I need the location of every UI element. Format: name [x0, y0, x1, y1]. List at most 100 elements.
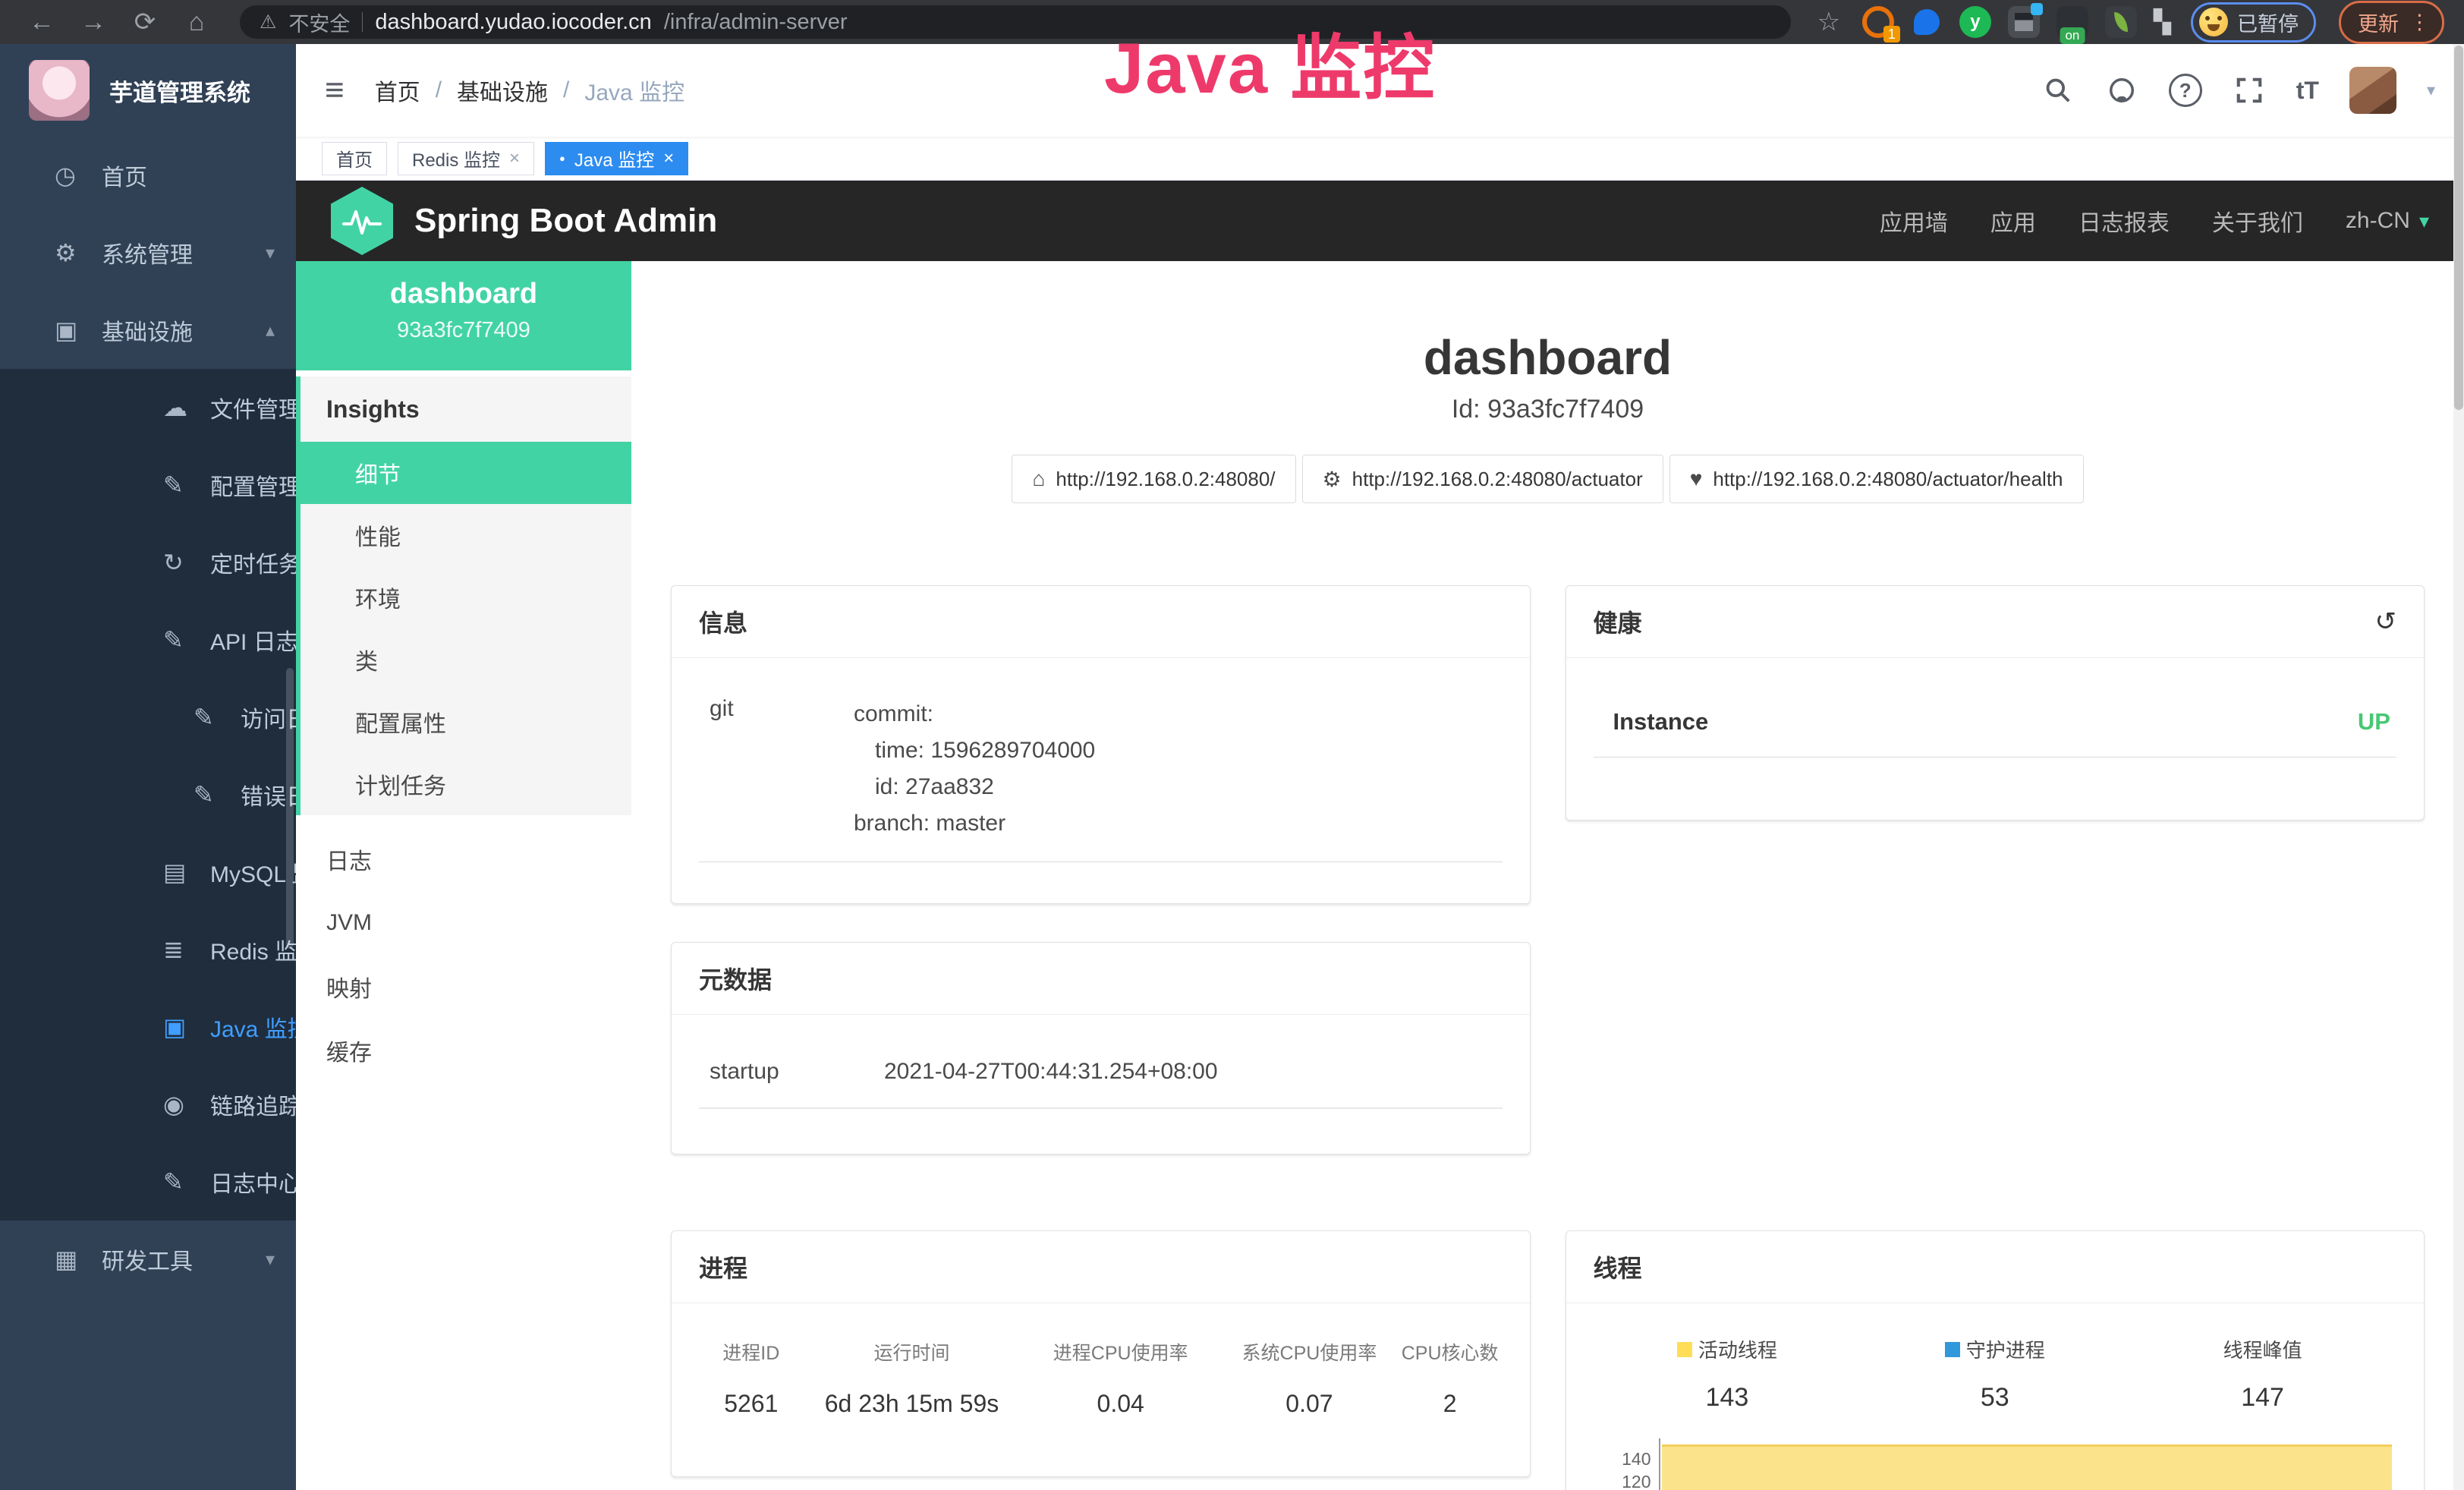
- warning-icon: ⚠: [260, 11, 276, 33]
- info-key: git: [710, 696, 854, 842]
- tab-redis-monitor[interactable]: Redis 监控 ×: [398, 142, 534, 175]
- sba-nav-wallboard[interactable]: 应用墙: [1880, 204, 1948, 238]
- metadata-card: 元数据 startup 2021-04-27T00:44:31.254+08:0…: [671, 942, 1531, 1155]
- sidebar-item-scheduled-jobs[interactable]: ↻ 定时任务: [0, 524, 296, 601]
- fullscreen-icon[interactable]: [2233, 74, 2266, 107]
- menu-section-insights[interactable]: Insights: [296, 376, 631, 442]
- browser-forward-icon[interactable]: →: [71, 8, 115, 37]
- browser-reload-icon[interactable]: ⟳: [123, 7, 167, 37]
- search-icon[interactable]: [2041, 74, 2075, 107]
- avatar-caret-icon[interactable]: ▾: [2427, 80, 2435, 100]
- service-url-button[interactable]: ⌂ http://192.168.0.2:48080/: [1012, 455, 1295, 503]
- sidebar-item-mysql-monitor[interactable]: ▤ MySQL 监控: [0, 833, 296, 911]
- menu-item-caches[interactable]: 缓存: [296, 1019, 631, 1082]
- sidebar-item-tracing[interactable]: ◉ 链路追踪: [0, 1066, 296, 1143]
- instance-header[interactable]: dashboard 93a3fc7f7409: [296, 261, 631, 370]
- chevron-down-icon: ▾: [2419, 209, 2429, 233]
- sba-body: dashboard 93a3fc7f7409 Insights 细节 性能 环境…: [296, 261, 2464, 1490]
- extension-pin-icon[interactable]: [1911, 6, 1943, 38]
- insights-section: Insights 细节 性能 环境 类 配置属性 计划任务: [296, 376, 631, 815]
- actuator-url-button[interactable]: ⚙ http://192.168.0.2:48080/actuator: [1302, 455, 1663, 503]
- menu-item-jvm[interactable]: JVM: [296, 891, 631, 955]
- tab-label: 首页: [336, 145, 373, 172]
- sidebar-item-java-monitor[interactable]: ▣ Java 监控: [0, 988, 296, 1066]
- sidebar-scrollbar-thumb[interactable]: [286, 668, 294, 949]
- info-card-body: git commit: time: 1596289704000 id: 27aa…: [672, 658, 1530, 890]
- cards-right-column: 健康 ↺ Instance UP: [1566, 585, 2425, 1490]
- menu-item-scheduled-tasks[interactable]: 计划任务: [296, 753, 631, 815]
- system-cpu-value: 0.07: [1221, 1390, 1398, 1418]
- sidebar-item-dev-tools[interactable]: ▦ 研发工具 ▾: [0, 1221, 296, 1298]
- extension-grid-icon[interactable]: [2008, 6, 2040, 38]
- extensions-puzzle-icon[interactable]: ▚: [2154, 9, 2171, 36]
- menu-item-classes[interactable]: 类: [296, 628, 631, 691]
- git-commit-line: commit:: [854, 696, 1503, 732]
- health-url-button[interactable]: ♥ http://192.168.0.2:48080/actuator/heal…: [1669, 455, 2084, 503]
- browser-back-icon[interactable]: ←: [20, 8, 64, 37]
- extension-leaf-icon[interactable]: [2105, 6, 2137, 38]
- browser-menu-dots-icon[interactable]: ⋮: [2409, 11, 2430, 34]
- sba-nav-applications[interactable]: 应用: [1990, 204, 2036, 238]
- sidebar-item-redis-monitor[interactable]: ≣ Redis 监控: [0, 911, 296, 988]
- app-logo-row[interactable]: 芋道管理系统: [0, 44, 296, 137]
- menu-item-environment[interactable]: 环境: [296, 566, 631, 628]
- sba-nav: 应用墙 应用 日志报表 关于我们 zh-CN ▾: [1880, 204, 2429, 238]
- github-icon[interactable]: [2105, 74, 2138, 107]
- sba-logo-icon: [331, 187, 393, 255]
- url-host: dashboard.yudao.iocoder.cn: [375, 10, 651, 35]
- close-icon[interactable]: ×: [509, 148, 520, 169]
- scrollbar-thumb[interactable]: [2454, 46, 2463, 410]
- menu-root-items: 日志 JVM 映射 缓存: [296, 827, 631, 1082]
- menu-item-logs[interactable]: 日志: [296, 827, 631, 891]
- bookmark-star-icon[interactable]: ☆: [1812, 7, 1846, 37]
- sidebar-item-log-center[interactable]: ✎ 日志中心: [0, 1143, 296, 1221]
- browser-profile-chip[interactable]: 已暂停: [2191, 2, 2316, 43]
- history-icon[interactable]: ↺: [2375, 606, 2397, 637]
- process-card-body: 进程ID 运行时间 进程CPU使用率 系统CPU使用率 CPU核心数 5261 …: [672, 1303, 1530, 1445]
- extension-proxy-icon[interactable]: on: [2056, 6, 2088, 38]
- sba-brand-title: Spring Boot Admin: [414, 202, 717, 240]
- sba-brand[interactable]: Spring Boot Admin: [331, 187, 717, 255]
- browser-home-icon[interactable]: ⌂: [175, 8, 219, 37]
- y-tick: 140: [1622, 1447, 1651, 1470]
- breadcrumb-home[interactable]: 首页: [375, 74, 420, 107]
- sidebar-item-api-log[interactable]: ✎ API 日志 ▴: [0, 601, 296, 679]
- text-size-icon[interactable]: tT: [2296, 77, 2319, 105]
- close-icon[interactable]: ×: [663, 148, 674, 169]
- help-icon[interactable]: ?: [2169, 74, 2202, 107]
- sidebar-collapse-icon[interactable]: ≡: [325, 71, 345, 109]
- threads-card: 线程 活动线程 143: [1566, 1230, 2425, 1490]
- sidebar-item-infra[interactable]: ▣ 基础设施 ▴: [0, 291, 296, 369]
- edit-icon: ✎: [163, 625, 210, 654]
- page-scrollbar[interactable]: [2453, 44, 2464, 1490]
- sidebar-item-file-manage[interactable]: ☁ 文件管理: [0, 369, 296, 446]
- tab-label: Redis 监控: [412, 145, 500, 172]
- extension-orange-icon[interactable]: 1: [1862, 6, 1894, 38]
- sidebar-item-access-log[interactable]: ✎ 访问日志: [0, 679, 296, 756]
- menu-item-metrics[interactable]: 性能: [296, 504, 631, 566]
- sba-locale-select[interactable]: zh-CN ▾: [2346, 208, 2429, 234]
- breadcrumb-infra[interactable]: 基础设施: [457, 74, 548, 107]
- sidebar-item-system[interactable]: ⚙ 系统管理 ▾: [0, 214, 296, 291]
- sidebar-item-home[interactable]: ◷ 首页: [0, 137, 296, 214]
- eye-icon: ◉: [163, 1090, 210, 1119]
- tab-java-monitor[interactable]: ● Java 监控 ×: [545, 142, 688, 175]
- menu-item-config-props[interactable]: 配置属性: [296, 691, 631, 753]
- breadcrumb-current: Java 监控: [584, 74, 684, 107]
- extension-y-icon[interactable]: y: [1959, 6, 1991, 38]
- edit-icon: ✎: [194, 780, 241, 809]
- sba-nav-about[interactable]: 关于我们: [2212, 204, 2303, 238]
- sba-nav-journal[interactable]: 日志报表: [2079, 204, 2170, 238]
- sidebar-item-config-manage[interactable]: ✎ 配置管理: [0, 446, 296, 524]
- menu-item-details[interactable]: 细节: [296, 442, 631, 504]
- emoji-mouth: [2208, 24, 2220, 31]
- user-avatar[interactable]: [2349, 67, 2396, 114]
- address-bar[interactable]: ⚠ 不安全 dashboard.yudao.iocoder.cn /infra/…: [240, 5, 1791, 39]
- cpu-cores-value: 2: [1398, 1390, 1503, 1418]
- security-label[interactable]: 不安全: [288, 8, 350, 37]
- menu-item-mappings[interactable]: 映射: [296, 955, 631, 1019]
- browser-update-button[interactable]: 更新 ⋮: [2339, 1, 2444, 44]
- tab-home[interactable]: 首页: [322, 142, 387, 175]
- sidebar-item-error-log[interactable]: ✎ 错误日志: [0, 756, 296, 833]
- profile-emoji-avatar: [2199, 8, 2228, 36]
